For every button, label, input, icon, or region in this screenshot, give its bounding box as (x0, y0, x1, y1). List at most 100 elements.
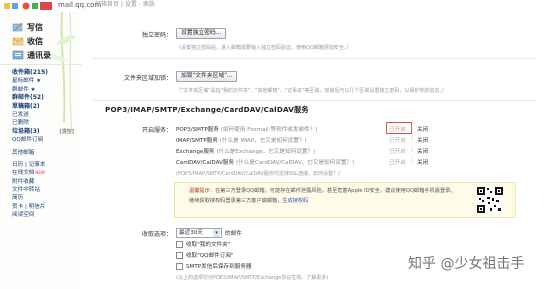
sidebar-item-label: 已发送 (12, 111, 29, 118)
service-row-carddav: CardDAV/CalDAV服务 (什么是CardDAV/CalDAV，它又是如… (176, 158, 354, 166)
divider (92, 58, 536, 59)
sidebar: 写信 收信 通讯录 收件箱(215) 星标邮件 ★ 群邮件 ★ 群邮件(52) … (0, 12, 82, 289)
receive-options-label: 收取选项： (141, 231, 172, 238)
checkbox-subscriptions[interactable]: 收取"QQ邮件订阅" (176, 251, 234, 259)
warm-tip-box: 温馨提示：在第三方登录QQ邮箱，可能存在邮件泄露风险，甚至危害Apple ID安… (174, 182, 516, 218)
tip-line-2: 继续获取授权码登录第三方客户端邮箱，生成授权码 (189, 198, 309, 204)
receive-label: 收信 (27, 36, 43, 46)
service-help-link[interactable]: (什么是Exchange，它又是如何设置？) (216, 149, 315, 155)
sidebar-item-spam[interactable]: 垃圾箱(3) [清空] (12, 128, 80, 136)
sidebar-item-group-star[interactable]: 群邮件 ★ (12, 86, 80, 94)
sidebar-item-cards[interactable]: 贺卡 | 明信片 (12, 203, 80, 211)
sidebar-item-inbox[interactable]: 收件箱(215) (12, 69, 80, 77)
separator: | (411, 125, 413, 131)
sidebar-item-other-mailboxes[interactable]: 其他邮箱 (12, 149, 80, 157)
folder-list: 收件箱(215) 星标邮件 ★ 群邮件 ★ 群邮件(52) 草稿箱(2) 已发送… (12, 69, 80, 220)
service-row-imap: IMAP/SMTP服务 (什么是 IMAP，它又是如何设置？) (176, 136, 307, 144)
sidebar-item-label: 文件中转站 (12, 187, 40, 194)
service-name: POP3/SMTP服务 (176, 127, 219, 133)
sidebar-item-starred[interactable]: 星标邮件 ★ (12, 77, 80, 85)
receive-range-select[interactable]: 最近30天 ▾ (176, 228, 222, 238)
sidebar-item-reading[interactable]: 阅读空间 (12, 211, 80, 219)
sidebar-item-attachments[interactable]: 附件收藏 (12, 178, 80, 186)
service-row-exchange: Exchange服务 (什么是Exchange，它又是如何设置？) (176, 147, 315, 155)
options-note: (以上的选项仅对POP3/IMAP/SMTP/Exchange协议生效。了解更多… (176, 275, 329, 281)
inbox-icon (12, 37, 24, 46)
close-service-link[interactable]: 关闭 (417, 158, 428, 166)
sidebar-item-sent[interactable]: 已发送 (12, 111, 80, 119)
service-status: 已开启 (389, 160, 406, 166)
separator: | (411, 136, 413, 142)
checkbox[interactable] (176, 240, 183, 248)
sidebar-item-label: 已删除 (12, 120, 29, 127)
sidebar-item-docs[interactable]: 在线文档NEW (12, 169, 80, 177)
sidebar-item-label: 垃圾箱(3) (12, 127, 40, 135)
pop-section-title: POP3/IMAP/SMTP/Exchange/CardDAV/CalDAV服务 (105, 105, 309, 114)
top-bar: mail.qq.com 邮箱首页 | 设置 - 换肤 (0, 0, 557, 12)
sidebar-item-label: 阅读空间 (12, 212, 35, 219)
close-service-link[interactable]: 关闭 (417, 136, 428, 144)
sidebar-item-group-mail[interactable]: 群邮件(52) (12, 94, 80, 102)
close-service-link[interactable]: 关闭 (417, 147, 428, 155)
sidebar-item-label: 群邮件 ★ (12, 86, 36, 93)
generate-auth-code-link[interactable]: 生成授权码 (282, 198, 308, 204)
password-label: 独立密码： (141, 32, 172, 39)
sidebar-item-label: 草稿箱(2) (12, 102, 40, 110)
receive-button[interactable]: 收信 (12, 34, 51, 48)
sidebar-item-resume[interactable]: 简历 (12, 194, 80, 202)
sidebar-item-label: 简历 (12, 195, 24, 202)
tip-text: 在第三方登录QQ邮箱，可能存在邮件泄露风险，甚至危害Apple ID安全，建议使… (214, 188, 456, 194)
sidebar-item-label: 附件收藏 (12, 178, 35, 185)
sidebar-item-label: 收件箱(215) (12, 69, 49, 76)
checkbox[interactable] (176, 251, 183, 259)
sidebar-item-deleted[interactable]: 已删除 (12, 119, 80, 127)
contacts-button[interactable]: 通讯录 (12, 48, 51, 62)
service-status: 已开启 (389, 138, 406, 144)
tip-label: 温馨提示： (189, 188, 215, 194)
close-service-link[interactable]: 关闭 (417, 125, 428, 133)
checkbox-label: 收取"QQ邮件订阅" (186, 253, 234, 259)
service-help-link[interactable]: (如何使用 Foxmail 等软件收发邮件？) (221, 127, 318, 133)
service-name: IMAP/SMTP服务 (176, 138, 218, 144)
checkbox-my-folders[interactable]: 收取"我的文件夹" (176, 240, 230, 248)
sidebar-item-calendar[interactable]: 日历 | 记事本 (12, 161, 80, 169)
open-service-label: 开启服务： (141, 127, 172, 134)
tip-line-1: 温馨提示：在第三方登录QQ邮箱，可能存在邮件泄露风险，甚至危害Apple ID安… (189, 187, 456, 194)
sidebar-item-label: 群邮件(52) (12, 94, 44, 102)
tip-text-2: 继续获取授权码登录第三方客户端邮箱 (189, 198, 278, 204)
service-help-link[interactable]: (什么是 IMAP，它又是如何设置？) (220, 138, 307, 144)
qr-code-icon (476, 186, 504, 214)
separator: | (411, 158, 413, 164)
checkbox[interactable] (176, 262, 183, 270)
settings-main: 独立密码： 设置独立密码... （设置独立密码后，进入邮箱需要输入独立密码验证，… (92, 12, 557, 289)
sidebar-item-drafts[interactable]: 草稿箱(2) (12, 103, 80, 111)
zhihu-watermark: 知乎 @少女祖击手 (408, 256, 525, 272)
compose-label: 写信 (27, 22, 43, 32)
compose-button[interactable]: 写信 (12, 20, 51, 34)
service-status: 已开启 (389, 127, 406, 133)
folder-lock-button[interactable]: 加锁"文件夹区域"... (176, 71, 238, 82)
receive-suffix: 的邮件 (225, 231, 242, 237)
folder-lock-hint: （"文件夹区域"是指"我的文件夹"、"其他邮箱"、"记事本"等区域，加锁后可以几… (176, 88, 447, 94)
sidebar-item-label: 星标邮件 ★ (12, 78, 42, 85)
divider (92, 100, 536, 101)
checkbox-smtp-save[interactable]: SMTP发信后保存到服务器 (176, 262, 252, 270)
empty-spam-link[interactable]: [清空] (59, 128, 74, 136)
top-links[interactable]: 邮箱首页 | 设置 - 换肤 (95, 0, 155, 10)
ssl-note: (POP3/IMAP/SMTP/CardDAV/CalDAV服务均支持SSL连接… (176, 171, 340, 177)
new-badge: NEW (35, 170, 45, 176)
set-password-button[interactable]: 设置独立密码... (176, 28, 227, 39)
qq-mail-logo-icon[interactable] (4, 1, 54, 11)
sidebar-item-label: QQ邮件订阅 (12, 137, 44, 144)
sidebar-item-label: 其他邮箱 (12, 149, 35, 156)
sidebar-item-file-transfer[interactable]: 文件中转站 (12, 186, 80, 194)
service-name: Exchange服务 (176, 149, 215, 155)
service-status: 已开启 (389, 149, 406, 155)
folder-lock-label: 文件夹区域加锁： (123, 75, 172, 82)
sidebar-item-label: 在线文档 (12, 170, 35, 177)
sidebar-item-subscriptions[interactable]: QQ邮件订阅 (12, 136, 80, 144)
service-help-link[interactable]: (什么是CardDAV/CalDAV，它又是如何设置？) (236, 160, 354, 166)
password-hint: （设置独立密码后，进入邮箱需要输入独立密码验证，使用QQ邮箱更加安全。） (176, 45, 352, 51)
checkbox-label: 收取"我的文件夹" (186, 242, 231, 248)
select-value: 最近30天 (179, 230, 203, 236)
